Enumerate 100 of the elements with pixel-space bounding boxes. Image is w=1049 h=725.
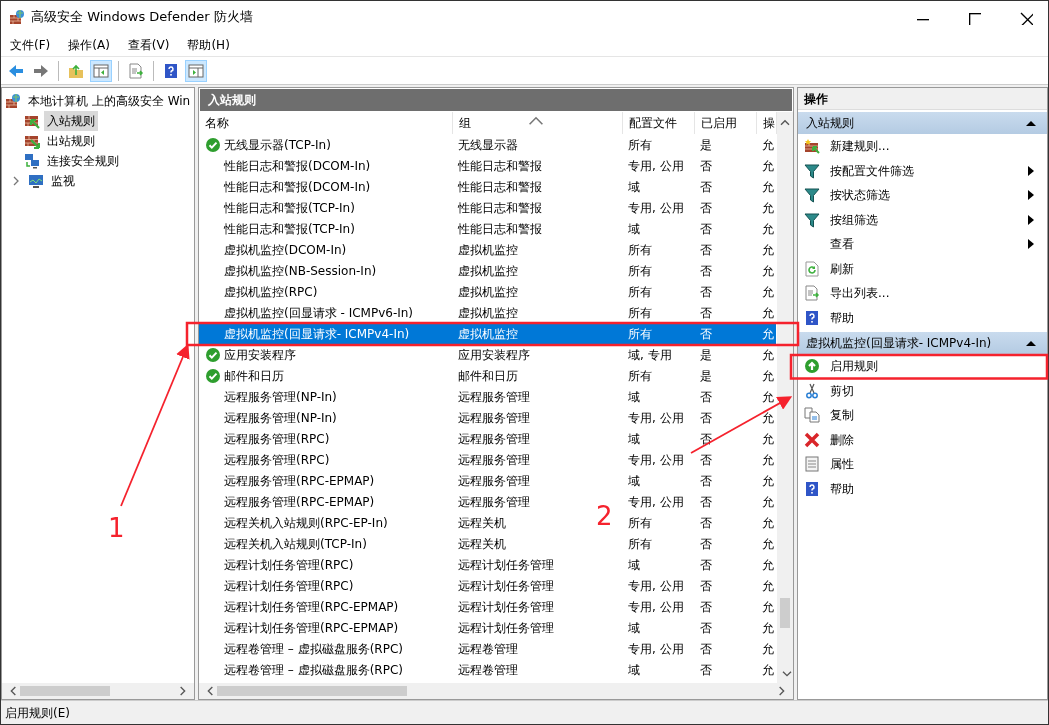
rule-name[interactable]: 性能日志和警报(TCP-In) <box>224 198 355 217</box>
action-item[interactable]: 查看 <box>798 232 1047 257</box>
rule-name[interactable]: 邮件和日历 <box>224 366 284 385</box>
delete-icon <box>804 431 820 448</box>
action-item[interactable]: 刷新 <box>798 256 1047 281</box>
refresh-icon <box>804 260 820 277</box>
rule-name[interactable]: 性能日志和警报(TCP-In) <box>224 219 355 238</box>
rule-profile: 所有 <box>628 284 652 299</box>
rule-name[interactable]: 虚拟机监控(NB-Session-In) <box>224 261 377 280</box>
rule-name[interactable]: 远程卷管理 – 虚拟磁盘服务(RPC) <box>224 639 403 658</box>
rule-group: 远程计划任务管理 <box>458 578 554 593</box>
scrollbar-thumb[interactable] <box>780 598 790 628</box>
action-item[interactable]: 新建规则... <box>798 134 1047 159</box>
rule-enabled: 否 <box>700 578 712 593</box>
rule-profile: 所有 <box>628 326 652 341</box>
rule-action: 允 <box>762 179 774 194</box>
rule-enabled: 否 <box>700 200 712 215</box>
tree-item[interactable]: 监视 <box>48 171 78 191</box>
section-header[interactable]: 虚拟机监控(回显请求- ICMPv4-In) <box>798 332 1047 354</box>
rule-action: 允 <box>762 431 774 446</box>
rule-action: 允 <box>762 515 774 530</box>
rule-name[interactable]: 远程服务管理(NP-In) <box>224 387 337 406</box>
menu-item[interactable]: 操作(A) <box>59 35 119 54</box>
rule-name[interactable]: 虚拟机监控(回显请求 - ICMPv6-In) <box>224 303 414 322</box>
action-item[interactable]: 帮助 <box>798 476 1047 501</box>
rule-profile: 专用, 公用 <box>628 494 684 509</box>
rule-name[interactable]: 远程计划任务管理(RPC) <box>224 555 354 574</box>
export-list-icon <box>804 285 820 302</box>
annotation-number: 1 <box>108 513 125 543</box>
action-item[interactable]: 按组筛选 <box>798 207 1047 232</box>
filter-icon <box>804 162 820 179</box>
rule-name[interactable]: 远程卷管理 – 虚拟磁盘服务(RPC) <box>224 660 403 679</box>
rule-profile: 所有 <box>628 515 652 530</box>
rule-profile: 域 <box>628 389 640 404</box>
menu-item[interactable]: 帮助(H) <box>178 35 239 54</box>
rule-enabled: 是 <box>700 137 712 152</box>
action-item[interactable]: 属性 <box>798 452 1047 477</box>
rule-profile: 专用, 公用 <box>628 410 684 425</box>
rule-enabled: 否 <box>700 494 712 509</box>
rule-name[interactable]: 性能日志和警报(DCOM-In) <box>224 156 371 175</box>
rule-group: 远程卷管理 <box>458 641 518 656</box>
rule-name[interactable]: 远程关机入站规则(RPC-EP-In) <box>224 513 388 532</box>
action-item[interactable]: 复制 <box>798 403 1047 428</box>
section-header[interactable]: 入站规则 <box>798 112 1047 134</box>
rule-group: 性能日志和警报 <box>458 179 542 194</box>
tree-item[interactable]: 入站规则 <box>44 111 98 131</box>
rule-name[interactable]: 远程服务管理(RPC-EPMAP) <box>224 492 375 511</box>
properties-icon <box>804 456 820 473</box>
rule-action: 允 <box>762 641 774 656</box>
column-header[interactable]: 配置文件 <box>622 112 694 134</box>
column-header[interactable]: 组 <box>452 112 622 134</box>
rule-name[interactable]: 远程计划任务管理(RPC-EPMAP) <box>224 597 399 616</box>
rule-group: 远程计划任务管理 <box>458 599 554 614</box>
tree-item[interactable]: 连接安全规则 <box>44 151 122 171</box>
menu-item[interactable]: 文件(F) <box>1 35 60 54</box>
panel-title: 操作 <box>798 88 1047 110</box>
rule-profile: 域 <box>628 221 640 236</box>
rule-name[interactable]: 远程服务管理(RPC-EPMAP) <box>224 471 375 490</box>
rule-enabled: 否 <box>700 179 712 194</box>
rule-name[interactable]: 远程计划任务管理(RPC-EPMAP) <box>224 618 399 637</box>
rule-action: 允 <box>762 578 774 593</box>
rule-name[interactable]: 远程计划任务管理(RPC) <box>224 576 354 595</box>
rule-name[interactable]: 远程服务管理(NP-In) <box>224 408 337 427</box>
rule-action: 允 <box>762 347 774 362</box>
new-rule-icon <box>804 138 820 155</box>
status-text: 启用规则(E) <box>1 700 1048 724</box>
menu-item[interactable]: 查看(V) <box>118 35 179 54</box>
column-header[interactable]: 已启用 <box>694 112 756 134</box>
action-item[interactable]: 导出列表... <box>798 281 1047 306</box>
rule-name[interactable]: 性能日志和警报(DCOM-In) <box>224 177 371 196</box>
rule-group: 远程服务管理 <box>458 452 530 467</box>
scrollbar-thumb[interactable] <box>20 686 110 696</box>
rule-profile: 域, 专用 <box>628 347 672 362</box>
action-item[interactable]: 按配置文件筛选 <box>798 158 1047 183</box>
scrollbar-thumb[interactable] <box>217 686 407 696</box>
rule-name[interactable]: 远程服务管理(RPC) <box>224 450 330 469</box>
action-item[interactable]: 按状态筛选 <box>798 183 1047 208</box>
rule-enabled: 否 <box>700 158 712 173</box>
rule-name[interactable]: 无线显示器(TCP-In) <box>224 135 331 154</box>
rule-name[interactable]: 虚拟机监控(RPC) <box>224 282 318 301</box>
rule-enabled: 否 <box>700 599 712 614</box>
action-item[interactable]: 剪切 <box>798 378 1047 403</box>
action-item[interactable]: 启用规则 <box>798 354 1047 379</box>
rule-action: 允 <box>762 473 774 488</box>
rule-name[interactable]: 远程关机入站规则(TCP-In) <box>224 534 367 553</box>
rule-profile: 域 <box>628 662 640 677</box>
tree-item[interactable]: 本地计算机 上的高级安全 Win <box>25 91 194 111</box>
rule-action: 允 <box>762 263 774 278</box>
firewall-icon <box>9 9 25 25</box>
column-header[interactable]: 操 <box>756 112 776 134</box>
tree-item[interactable]: 出站规则 <box>44 131 98 151</box>
rule-name[interactable]: 虚拟机监控(DCOM-In) <box>224 240 347 259</box>
column-header[interactable]: 名称 <box>199 112 452 134</box>
rule-name[interactable]: 应用安装程序 <box>224 345 296 364</box>
rule-action: 允 <box>762 389 774 404</box>
rule-name[interactable]: 远程服务管理(RPC) <box>224 429 330 448</box>
action-item[interactable]: 删除 <box>798 427 1047 452</box>
rule-group: 性能日志和警报 <box>458 158 542 173</box>
rule-action: 允 <box>762 599 774 614</box>
action-item[interactable]: 帮助 <box>798 305 1047 330</box>
